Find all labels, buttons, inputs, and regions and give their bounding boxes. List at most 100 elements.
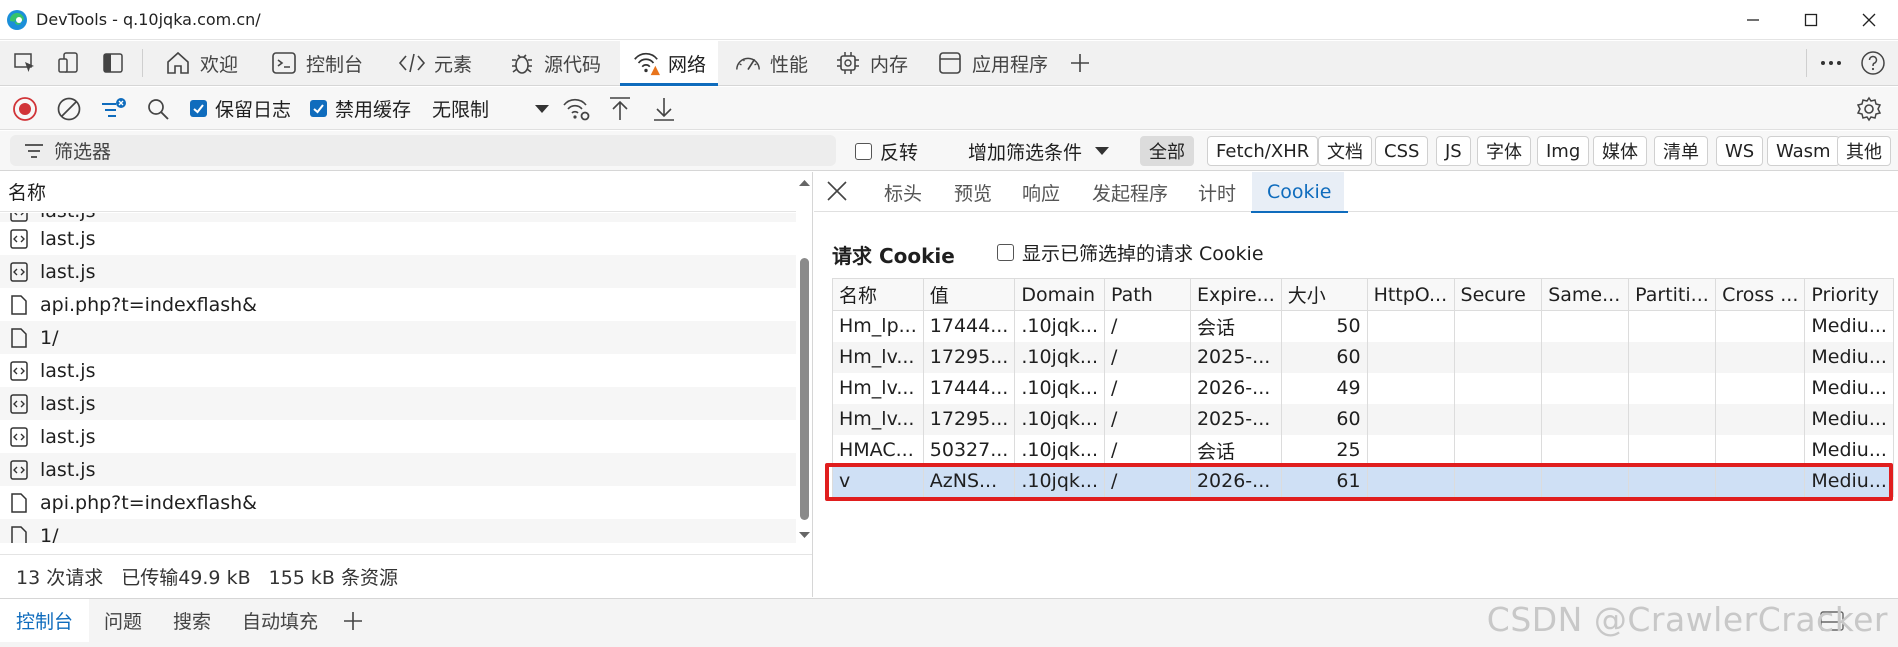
- plus-icon: [1071, 54, 1089, 72]
- type-filter-media[interactable]: 媒体: [1593, 136, 1647, 166]
- type-filter-wasm[interactable]: Wasm: [1767, 136, 1840, 166]
- script-file-icon: [10, 228, 28, 249]
- drawer-tab-console[interactable]: 控制台: [0, 599, 90, 642]
- type-filter-manifest[interactable]: 清单: [1654, 136, 1708, 166]
- dropdown-arrow-icon: [535, 104, 549, 113]
- column-header[interactable]: Path: [1104, 278, 1191, 311]
- tab-application[interactable]: 应用程序: [928, 41, 1056, 85]
- more-options-button[interactable]: [1814, 41, 1848, 85]
- request-name: 1/: [40, 326, 59, 349]
- column-header[interactable]: Domain: [1014, 278, 1106, 311]
- tab-welcome[interactable]: 欢迎: [156, 41, 246, 85]
- maximize-button[interactable]: [1782, 0, 1840, 40]
- type-filter-img[interactable]: Img: [1537, 136, 1590, 166]
- table-row[interactable]: Hm_lp... 17444... .10jqk... / 会话 50 Medi…: [832, 310, 1894, 342]
- tab-cookies[interactable]: Cookie: [1251, 172, 1348, 213]
- search-button[interactable]: [146, 87, 170, 130]
- type-filter-all[interactable]: 全部: [1140, 136, 1194, 166]
- tab-performance[interactable]: 性能: [726, 41, 816, 85]
- table-row[interactable]: Hm_lv... 17295... .10jqk... / 2025-... 6…: [832, 403, 1894, 435]
- device-toolbar-button[interactable]: [52, 41, 86, 85]
- list-item[interactable]: last.js: [0, 255, 796, 288]
- record-button[interactable]: [12, 87, 38, 130]
- throttling-value: 无限制: [432, 99, 490, 121]
- dock-side-button[interactable]: [96, 41, 130, 85]
- add-filter-dropdown[interactable]: 增加筛选条件: [968, 131, 1110, 171]
- inspect-element-button[interactable]: [8, 41, 42, 85]
- tab-network[interactable]: 网络: [620, 41, 719, 86]
- list-item[interactable]: last.js: [0, 453, 796, 486]
- table-row[interactable]: Hm_lv... 17295... .10jqk... / 2025-... 6…: [832, 341, 1894, 373]
- list-item[interactable]: last.js: [0, 354, 796, 387]
- tab-elements[interactable]: 元素: [390, 41, 480, 85]
- type-filter-css[interactable]: CSS: [1375, 136, 1429, 166]
- scrollbar-thumb[interactable]: [800, 258, 809, 520]
- table-row[interactable]: HMAC... 50327... .10jqk... / 会话 25 Mediu…: [832, 434, 1894, 466]
- type-filter-other[interactable]: 其他: [1837, 136, 1891, 166]
- column-header[interactable]: 名称: [832, 278, 924, 311]
- tab-headers[interactable]: 标头: [884, 172, 922, 212]
- list-item[interactable]: 1/: [0, 519, 796, 543]
- request-list-scrollbar[interactable]: [796, 172, 813, 544]
- close-window-button[interactable]: [1840, 0, 1898, 40]
- show-filtered-cookies-checkbox[interactable]: 显示已筛选掉的请求 Cookie: [997, 238, 1264, 266]
- throttling-select[interactable]: 无限制: [432, 87, 550, 130]
- more-tabs-button[interactable]: [1063, 41, 1097, 85]
- name-column-header[interactable]: 名称: [0, 172, 796, 212]
- list-item[interactable]: last.js: [0, 213, 796, 222]
- table-row[interactable]: Hm_lv... 17444... .10jqk... / 2026-... 4…: [832, 372, 1894, 404]
- tab-memory[interactable]: 内存: [826, 41, 916, 85]
- tab-response[interactable]: 响应: [1022, 172, 1060, 212]
- drawer-tab-autofill[interactable]: 自动填充: [242, 599, 318, 642]
- type-filter-ws[interactable]: WS: [1716, 136, 1764, 166]
- divider: [142, 49, 143, 77]
- tab-initiator[interactable]: 发起程序: [1092, 172, 1168, 212]
- invert-checkbox[interactable]: 反转: [855, 131, 918, 171]
- column-header[interactable]: HttpO...: [1366, 278, 1455, 311]
- request-list[interactable]: last.js last.js last.js api.php?t=indexf…: [0, 213, 796, 543]
- tab-preview[interactable]: 预览: [954, 172, 992, 212]
- table-row-selected[interactable]: v AzNS... .10jqk... / 2026-... 61 Mediu.…: [832, 465, 1894, 497]
- column-header[interactable]: Expire...: [1189, 278, 1282, 311]
- request-cookies-title: 请求 Cookie: [832, 244, 955, 268]
- column-header[interactable]: Partiti...: [1628, 278, 1717, 311]
- close-detail-button[interactable]: [826, 180, 848, 202]
- tab-console[interactable]: 控制台: [262, 41, 371, 85]
- column-header[interactable]: 值: [922, 278, 1016, 311]
- table-cell: [1453, 434, 1543, 466]
- help-button[interactable]: [1856, 41, 1890, 85]
- list-item[interactable]: api.php?t=indexflash&: [0, 486, 796, 519]
- minimize-button[interactable]: [1724, 0, 1782, 40]
- network-settings-button[interactable]: [1856, 87, 1882, 130]
- tab-sources[interactable]: 源代码: [500, 41, 609, 85]
- column-header[interactable]: Same...: [1541, 278, 1630, 311]
- tab-timing[interactable]: 计时: [1198, 172, 1236, 212]
- import-har-button[interactable]: [608, 87, 632, 130]
- filter-input[interactable]: 筛选器: [10, 135, 836, 166]
- table-cell: [1715, 372, 1806, 404]
- preserve-log-checkbox[interactable]: 保留日志: [190, 87, 291, 130]
- list-item[interactable]: 1/: [0, 321, 796, 354]
- column-header[interactable]: Cross ...: [1715, 278, 1806, 311]
- type-filter-js[interactable]: JS: [1436, 136, 1471, 166]
- column-header[interactable]: Secure: [1453, 278, 1543, 311]
- network-conditions-button[interactable]: [562, 87, 592, 130]
- list-item[interactable]: last.js: [0, 387, 796, 420]
- list-item[interactable]: last.js: [0, 222, 796, 255]
- list-item[interactable]: api.php?t=indexflash&: [0, 288, 796, 321]
- preserve-log-label: 保留日志: [215, 99, 292, 121]
- plus-icon: [344, 611, 362, 630]
- type-filter-fetch-xhr[interactable]: Fetch/XHR: [1207, 136, 1319, 166]
- export-har-button[interactable]: [652, 87, 676, 130]
- column-header[interactable]: 大小: [1280, 278, 1368, 311]
- disable-cache-checkbox[interactable]: 禁用缓存: [310, 87, 411, 130]
- clear-button[interactable]: [56, 87, 82, 130]
- drawer-tab-search[interactable]: 搜索: [173, 599, 211, 642]
- list-item[interactable]: last.js: [0, 420, 796, 453]
- drawer-tab-issues[interactable]: 问题: [104, 599, 142, 642]
- filter-toggle-button[interactable]: [100, 87, 128, 130]
- type-filter-font[interactable]: 字体: [1477, 136, 1531, 166]
- drawer-add-tab-button[interactable]: [343, 599, 363, 642]
- column-header[interactable]: Priority: [1804, 278, 1894, 311]
- type-filter-doc[interactable]: 文档: [1318, 136, 1372, 166]
